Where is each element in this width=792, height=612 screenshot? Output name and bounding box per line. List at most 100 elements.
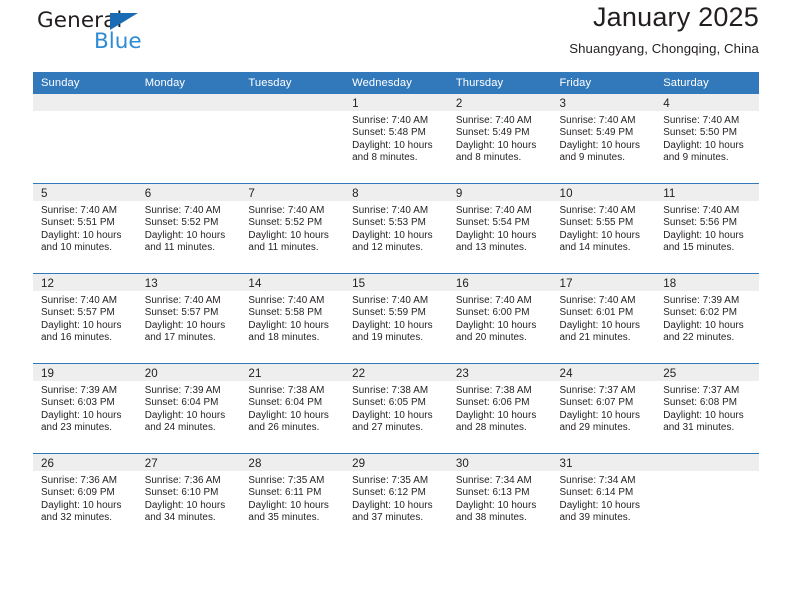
calendar-day-cell[interactable]: 15 Sunrise: 7:40 AM Sunset: 5:59 PM Dayligh… — [344, 273, 448, 364]
calendar-day-cell[interactable]: 12 Sunrise: 7:40 AM Sunset: 5:57 PM Dayligh… — [33, 273, 137, 364]
calendar-day-cell[interactable]: 3 Sunrise: 7:40 AM Sunset: 5:49 PM Daylight… — [551, 94, 656, 184]
day-number: 12 — [41, 277, 55, 290]
day-cell-inner: 2 Sunrise: 7:40 AM Sunset: 5:49 PM Daylight… — [447, 94, 552, 183]
calendar-day-cell[interactable]: 9 Sunrise: 7:40 AM Sunset: 5:54 PM Daylight… — [447, 183, 552, 274]
calendar-day-cell[interactable]: 25 Sunrise: 7:37 AM Sunset: 6:08 PM Dayligh… — [655, 363, 759, 454]
day-number-band: 2 — [447, 94, 552, 111]
sunrise-text: Sunrise: 7:35 AM — [352, 475, 429, 486]
calendar-day-cell[interactable]: 31 Sunrise: 7:34 AM Sunset: 6:14 PM Dayligh… — [551, 453, 656, 543]
calendar-week-row: 26 Sunrise: 7:36 AM Sunset: 6:09 PM Dayligh… — [33, 453, 759, 543]
calendar-day-cell[interactable]: 26 Sunrise: 7:36 AM Sunset: 6:09 PM Dayligh… — [33, 453, 137, 543]
day-number-band: 17 — [551, 274, 656, 291]
day-number: 17 — [559, 277, 573, 290]
day-cell-inner: 4 Sunrise: 7:40 AM Sunset: 5:50 PM Daylight… — [655, 94, 759, 183]
calendar-empty-cell — [240, 94, 345, 184]
sunset-text: Sunset: 5:52 PM — [144, 217, 219, 229]
sunrise-text: Sunrise: 7:40 AM — [663, 115, 740, 126]
daylight-text: Daylight: 10 hours and 27 minutes. — [352, 409, 433, 434]
calendar-day-cell[interactable]: 20 Sunrise: 7:39 AM Sunset: 6:04 PM Dayligh… — [136, 363, 241, 454]
daylight-text: Daylight: 10 hours and 17 minutes. — [144, 319, 226, 344]
day-number-band: 1 — [344, 94, 448, 111]
day-cell-inner — [655, 454, 759, 543]
day-number: 22 — [352, 367, 366, 380]
calendar-day-cell[interactable]: 24 Sunrise: 7:37 AM Sunset: 6:07 PM Dayligh… — [551, 363, 656, 454]
day-number: 3 — [559, 97, 567, 110]
calendar-day-cell[interactable]: 19 Sunrise: 7:39 AM Sunset: 6:03 PM Dayligh… — [33, 363, 137, 454]
day-cell-inner: 10 Sunrise: 7:40 AM Sunset: 5:55 PM Dayligh… — [551, 184, 656, 273]
calendar-day-cell[interactable]: 30 Sunrise: 7:34 AM Sunset: 6:13 PM Dayligh… — [447, 453, 552, 543]
sunset-text: Sunset: 5:51 PM — [41, 217, 115, 229]
calendar-day-cell[interactable]: 2 Sunrise: 7:40 AM Sunset: 5:49 PM Daylight… — [447, 94, 552, 184]
day-details: Sunrise: 7:35 AM Sunset: 6:12 PM Daylight:… — [344, 471, 448, 525]
day-number: 10 — [559, 187, 573, 200]
day-number-band: 20 — [136, 364, 241, 381]
day-number — [33, 97, 41, 110]
day-cell-inner: 9 Sunrise: 7:40 AM Sunset: 5:54 PM Daylight… — [447, 184, 552, 273]
day-number: 18 — [663, 277, 677, 290]
sunset-text: Sunset: 6:06 PM — [455, 397, 530, 409]
daylight-text: Daylight: 10 hours and 23 minutes. — [41, 409, 122, 434]
day-details: Sunrise: 7:40 AM Sunset: 5:54 PM Daylight:… — [448, 201, 552, 255]
day-number-band: 15 — [344, 274, 448, 291]
day-number-band: 11 — [655, 184, 759, 201]
day-cell-inner: 29 Sunrise: 7:35 AM Sunset: 6:12 PM Dayligh… — [344, 454, 448, 543]
sunset-text: Sunset: 6:08 PM — [663, 397, 737, 409]
calendar-day-cell[interactable]: 4 Sunrise: 7:40 AM Sunset: 5:50 PM Daylight… — [655, 94, 759, 184]
calendar-day-cell[interactable]: 28 Sunrise: 7:35 AM Sunset: 6:11 PM Dayligh… — [240, 453, 345, 543]
calendar-day-cell[interactable]: 5 Sunrise: 7:40 AM Sunset: 5:51 PM Daylight… — [33, 183, 137, 274]
day-number: 5 — [41, 187, 48, 200]
calendar-day-cell[interactable]: 14 Sunrise: 7:40 AM Sunset: 5:58 PM Dayligh… — [240, 273, 345, 364]
sunset-text: Sunset: 6:10 PM — [144, 487, 219, 499]
day-number-band: 8 — [344, 184, 448, 201]
calendar-day-cell[interactable]: 17 Sunrise: 7:40 AM Sunset: 6:01 PM Dayligh… — [551, 273, 656, 364]
daylight-text: Daylight: 10 hours and 12 minutes. — [352, 229, 433, 254]
day-details: Sunrise: 7:40 AM Sunset: 5:56 PM Daylight:… — [655, 201, 759, 255]
weekday-header-friday: Friday — [551, 72, 656, 94]
day-number: 14 — [248, 277, 262, 290]
day-number-band: 6 — [136, 184, 241, 201]
calendar-day-cell[interactable]: 22 Sunrise: 7:38 AM Sunset: 6:05 PM Dayligh… — [344, 363, 448, 454]
daylight-text: Daylight: 10 hours and 15 minutes. — [663, 229, 744, 254]
day-cell-inner: 24 Sunrise: 7:37 AM Sunset: 6:07 PM Dayligh… — [551, 364, 656, 453]
calendar-day-cell[interactable]: 7 Sunrise: 7:40 AM Sunset: 5:52 PM Daylight… — [240, 183, 345, 274]
calendar-day-cell[interactable]: 21 Sunrise: 7:38 AM Sunset: 6:04 PM Dayligh… — [240, 363, 345, 454]
day-details: Sunrise: 7:40 AM Sunset: 5:48 PM Daylight:… — [344, 111, 448, 165]
day-number: 4 — [663, 97, 670, 110]
sunset-text: Sunset: 5:59 PM — [352, 307, 426, 319]
day-number: 11 — [663, 187, 676, 200]
sunset-text: Sunset: 6:14 PM — [559, 487, 634, 499]
day-cell-inner: 25 Sunrise: 7:37 AM Sunset: 6:08 PM Dayligh… — [655, 364, 759, 453]
day-details: Sunrise: 7:40 AM Sunset: 6:01 PM Daylight:… — [552, 291, 656, 345]
day-details: Sunrise: 7:40 AM Sunset: 5:51 PM Daylight:… — [33, 201, 137, 255]
daylight-text: Daylight: 10 hours and 11 minutes. — [144, 229, 226, 254]
sunrise-text: Sunrise: 7:36 AM — [41, 475, 117, 486]
day-details: Sunrise: 7:40 AM Sunset: 5:52 PM Daylight:… — [137, 201, 241, 255]
calendar-day-cell[interactable]: 27 Sunrise: 7:36 AM Sunset: 6:10 PM Dayligh… — [136, 453, 241, 543]
calendar-day-cell[interactable]: 11 Sunrise: 7:40 AM Sunset: 5:56 PM Dayligh… — [655, 183, 759, 274]
calendar-day-cell[interactable]: 6 Sunrise: 7:40 AM Sunset: 5:52 PM Daylight… — [136, 183, 241, 274]
day-number-band: 25 — [655, 364, 759, 381]
calendar-week-row: 12 Sunrise: 7:40 AM Sunset: 5:57 PM Dayligh… — [33, 273, 759, 364]
day-number-band: 4 — [655, 94, 759, 111]
calendar-day-cell[interactable]: 8 Sunrise: 7:40 AM Sunset: 5:53 PM Daylight… — [344, 183, 448, 274]
sunrise-text: Sunrise: 7:40 AM — [455, 205, 532, 216]
calendar-day-cell[interactable]: 10 Sunrise: 7:40 AM Sunset: 5:55 PM Dayligh… — [551, 183, 656, 274]
calendar-empty-cell — [655, 453, 759, 543]
day-cell-inner: 3 Sunrise: 7:40 AM Sunset: 5:49 PM Daylight… — [551, 94, 656, 183]
daylight-text: Daylight: 10 hours and 11 minutes. — [248, 229, 329, 254]
calendar-day-cell[interactable]: 13 Sunrise: 7:40 AM Sunset: 5:57 PM Dayligh… — [136, 273, 241, 364]
daylight-text: Daylight: 10 hours and 10 minutes. — [41, 229, 122, 254]
sunset-text: Sunset: 6:09 PM — [41, 487, 115, 499]
calendar-day-cell[interactable]: 1 Sunrise: 7:40 AM Sunset: 5:48 PM Daylight… — [344, 94, 448, 184]
day-cell-inner: 22 Sunrise: 7:38 AM Sunset: 6:05 PM Dayligh… — [344, 364, 448, 453]
calendar-day-cell[interactable]: 23 Sunrise: 7:38 AM Sunset: 6:06 PM Dayligh… — [447, 363, 552, 454]
day-number-band: 30 — [447, 454, 552, 471]
day-number-band: 16 — [447, 274, 552, 291]
day-details: Sunrise: 7:40 AM Sunset: 5:58 PM Daylight:… — [240, 291, 344, 345]
calendar-day-cell[interactable]: 29 Sunrise: 7:35 AM Sunset: 6:12 PM Dayligh… — [344, 453, 448, 543]
calendar-day-cell[interactable]: 18 Sunrise: 7:39 AM Sunset: 6:02 PM Dayligh… — [655, 273, 759, 364]
day-number — [655, 457, 663, 470]
sunset-text: Sunset: 5:55 PM — [559, 217, 634, 229]
daylight-text: Daylight: 10 hours and 29 minutes. — [559, 409, 641, 434]
calendar-day-cell[interactable]: 16 Sunrise: 7:40 AM Sunset: 6:00 PM Dayligh… — [447, 273, 552, 364]
